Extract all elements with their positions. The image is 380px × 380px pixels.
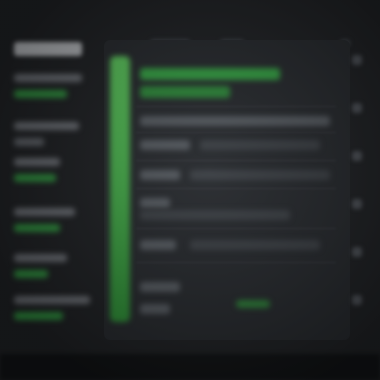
list-row-blurred[interactable] — [140, 240, 176, 250]
divider — [136, 262, 336, 263]
list-row-blurred[interactable] — [140, 116, 330, 126]
divider — [136, 160, 336, 161]
row-action-icon[interactable] — [352, 247, 362, 257]
row-subtitle-blurred — [140, 86, 230, 98]
row-action-icon[interactable] — [352, 151, 362, 161]
list-row-value-blurred — [140, 210, 290, 220]
divider — [136, 132, 336, 133]
list-row-value-blurred — [190, 170, 330, 180]
sidebar-item-sub-blurred — [14, 224, 60, 232]
sidebar-item-sub-blurred — [14, 90, 68, 98]
list-row-value-blurred — [200, 140, 320, 150]
sidebar-title-blurred — [14, 42, 82, 56]
sidebar-item-label-blurred — [14, 208, 75, 216]
list-row-blurred[interactable] — [140, 282, 180, 292]
row-action-icon[interactable] — [352, 295, 362, 305]
sidebar-item[interactable] — [14, 208, 90, 232]
sidebar-item-label-blurred — [14, 122, 79, 130]
sidebar-item[interactable] — [14, 254, 90, 278]
sidebar-item[interactable] — [14, 296, 90, 320]
sidebar-item-sub-blurred — [14, 174, 56, 182]
sidebar-item-sub-blurred — [14, 138, 45, 146]
list-row-blurred[interactable] — [140, 198, 170, 208]
row-action-icon[interactable] — [352, 199, 362, 209]
selection-indicator — [110, 56, 130, 322]
sidebar-item-label-blurred — [14, 254, 68, 262]
right-column — [352, 55, 370, 343]
monitor-bezel — [0, 354, 380, 380]
list-row-blurred[interactable] — [140, 170, 180, 180]
divider — [136, 188, 336, 189]
sidebar-item-label-blurred — [14, 296, 90, 304]
list-row-blurred[interactable] — [140, 304, 170, 314]
sidebar-item-sub-blurred — [14, 270, 49, 278]
list-row-blurred[interactable] — [140, 140, 190, 150]
row-action-icon[interactable] — [352, 103, 362, 113]
list-row-value-blurred — [190, 240, 320, 250]
sidebar — [8, 30, 100, 360]
sidebar-item[interactable] — [14, 158, 90, 182]
divider — [136, 228, 336, 229]
status-badge-blurred — [236, 300, 270, 308]
sidebar-item-sub-blurred — [14, 312, 64, 320]
main-panel — [104, 40, 350, 340]
sidebar-item-label-blurred — [14, 74, 83, 82]
divider — [136, 106, 336, 107]
sidebar-item[interactable] — [14, 122, 90, 146]
sidebar-item[interactable] — [14, 74, 90, 98]
sidebar-item-label-blurred — [14, 158, 60, 166]
row-action-icon[interactable] — [352, 55, 362, 65]
row-title-blurred — [140, 68, 280, 80]
